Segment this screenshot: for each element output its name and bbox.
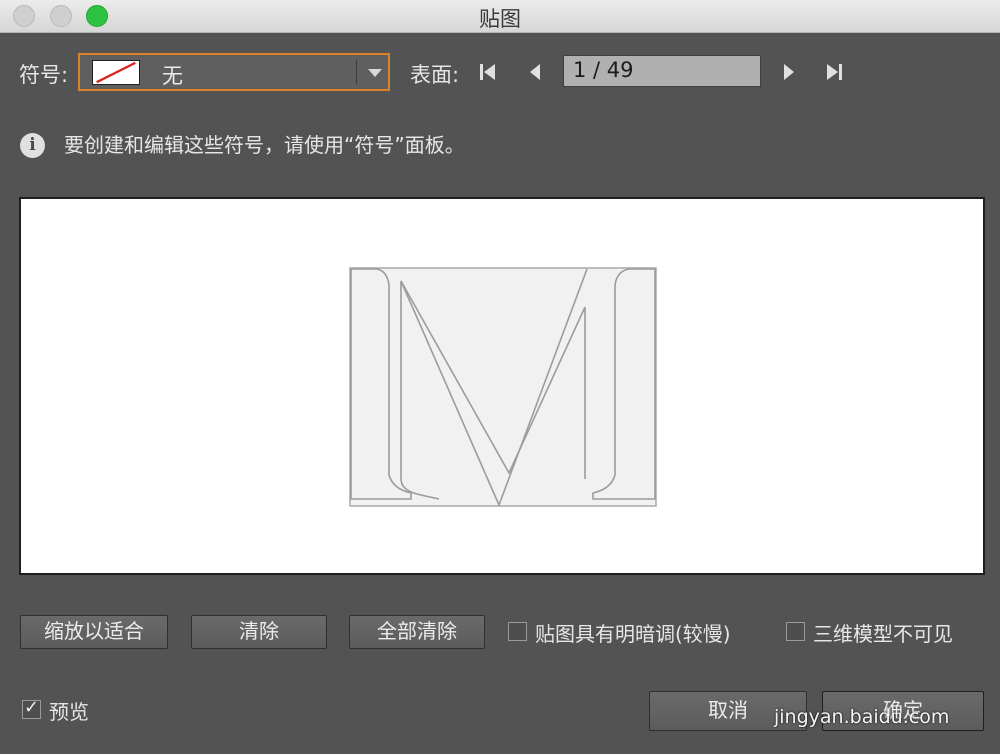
surface-field[interactable]: 1 / 49	[563, 55, 761, 87]
none-swatch-icon	[92, 60, 140, 85]
preview-checkbox[interactable]: ✓	[22, 697, 41, 719]
surface-outline-artwork	[349, 267, 657, 507]
symbol-label: 符号:	[19, 63, 69, 87]
chevron-down-icon	[368, 69, 382, 77]
shade-artwork-label: 贴图具有明暗调(较慢)	[535, 622, 731, 646]
triangle-right-icon	[784, 64, 794, 80]
symbol-dropdown[interactable]: 无	[78, 53, 390, 91]
skip-first-icon	[480, 64, 495, 80]
shade-artwork-checkbox[interactable]	[508, 622, 527, 641]
preview-label: 预览	[49, 700, 89, 724]
invisible-geometry-label: 三维模型不可见	[813, 622, 953, 646]
clear-all-button[interactable]: 全部清除	[349, 615, 485, 649]
watermark-text: jingyan.baidu.com	[774, 706, 950, 728]
info-message: 要创建和编辑这些符号，请使用“符号”面板。	[64, 133, 465, 157]
dropdown-divider	[356, 60, 357, 84]
checkmark-icon: ✓	[24, 697, 40, 718]
triangle-left-icon	[530, 64, 540, 80]
skip-last-icon	[827, 64, 842, 80]
last-surface-button[interactable]	[824, 62, 844, 82]
invisible-geometry-checkbox[interactable]	[786, 622, 805, 641]
next-surface-button[interactable]	[779, 62, 799, 82]
surface-label: 表面:	[410, 63, 460, 87]
title-bar: 贴图	[0, 0, 1000, 33]
first-surface-button[interactable]	[478, 62, 498, 82]
scale-to-fit-button[interactable]: 缩放以适合	[20, 615, 168, 649]
previous-surface-button[interactable]	[526, 62, 546, 82]
window-title: 贴图	[479, 7, 521, 31]
symbol-value: 无	[162, 64, 183, 88]
map-art-preview[interactable]	[19, 197, 985, 575]
clear-button[interactable]: 清除	[191, 615, 327, 649]
info-icon: i	[20, 133, 45, 158]
